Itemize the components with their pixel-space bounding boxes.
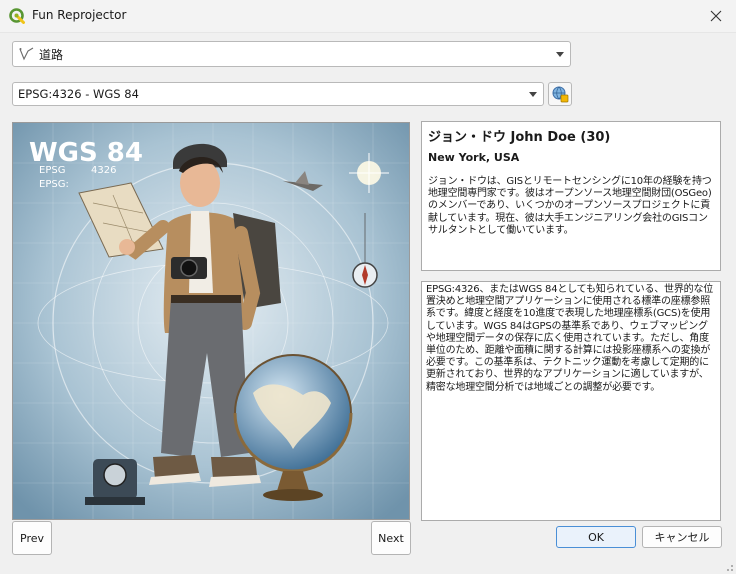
crs-selector-button[interactable] <box>548 82 572 106</box>
chevron-down-icon <box>529 92 537 97</box>
character-illustration-art: WGS 84 EPSG 4326 EPSG: <box>13 123 409 519</box>
image-caption-epsg-2: EPSG: <box>39 179 69 190</box>
image-heading: WGS 84 <box>29 138 143 168</box>
person-bio: ジョン・ドウは、GISとリモートセンシングに10年の経験を持つ地理空間専門家です… <box>428 176 712 236</box>
qgis-logo-icon <box>9 8 25 24</box>
person-name: ジョン・ドウ John Doe (30) <box>428 130 611 145</box>
character-illustration: WGS 84 EPSG 4326 EPSG: <box>12 122 410 520</box>
close-button[interactable] <box>702 3 730 29</box>
chevron-down-icon <box>556 52 564 57</box>
image-caption-epsg: EPSG <box>39 165 65 176</box>
person-location: New York, USA <box>428 151 520 164</box>
crs-select-value: EPSG:4326 - WGS 84 <box>18 87 139 101</box>
crs-select[interactable]: EPSG:4326 - WGS 84 <box>12 82 544 106</box>
ok-button[interactable]: OK <box>556 526 636 548</box>
globe-settings-icon <box>552 86 569 103</box>
layer-select[interactable]: 道路 <box>12 41 571 67</box>
crs-description: EPSG:4326、またはWGS 84としても知られている、世界的な位置決めと地… <box>426 284 714 393</box>
prev-button[interactable]: Prev <box>12 521 52 555</box>
vintage-device <box>85 459 145 505</box>
next-button[interactable]: Next <box>371 521 411 555</box>
title-bar: Fun Reprojector <box>0 0 736 33</box>
close-icon <box>710 10 722 22</box>
crs-description-box[interactable]: EPSG:4326、またはWGS 84としても知られている、世界的な位置決めと地… <box>421 281 721 521</box>
line-layer-icon <box>19 47 34 61</box>
layer-select-value: 道路 <box>39 47 64 62</box>
cancel-button[interactable]: キャンセル <box>642 526 722 548</box>
window-title: Fun Reprojector <box>32 8 127 22</box>
image-caption-code: 4326 <box>91 165 116 176</box>
person-info-box: ジョン・ドウ John Doe (30) New York, USA ジョン・ド… <box>421 121 721 271</box>
resize-grip-icon[interactable] <box>724 562 734 572</box>
